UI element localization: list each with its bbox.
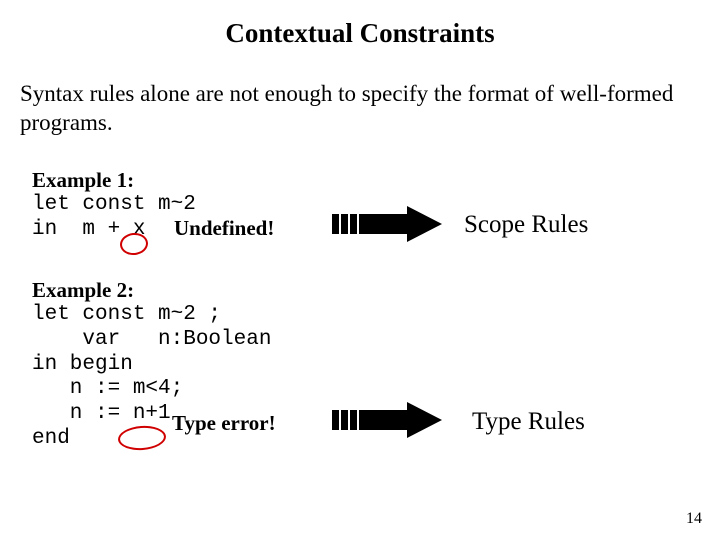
example-1-code: let const m~2 in m + x (32, 193, 196, 243)
example-2-annotation: Type error! (172, 411, 276, 436)
slide: Contextual Constraints Syntax rules alon… (0, 0, 720, 540)
circle-highlight-x (119, 232, 149, 257)
example-1-label: Example 1: (32, 168, 196, 193)
scope-rules-label: Scope Rules (464, 211, 588, 239)
type-rules-label: Type Rules (472, 408, 585, 436)
arrow-icon (332, 204, 442, 249)
arrow-icon (332, 400, 442, 445)
slide-title: Contextual Constraints (0, 18, 720, 49)
intro-text: Syntax rules alone are not enough to spe… (20, 80, 690, 138)
example-2-label: Example 2: (32, 278, 271, 303)
example-1-annotation: Undefined! (174, 216, 274, 241)
page-number: 14 (686, 510, 702, 528)
example-1: Example 1: let const m~2 in m + x (32, 168, 196, 243)
